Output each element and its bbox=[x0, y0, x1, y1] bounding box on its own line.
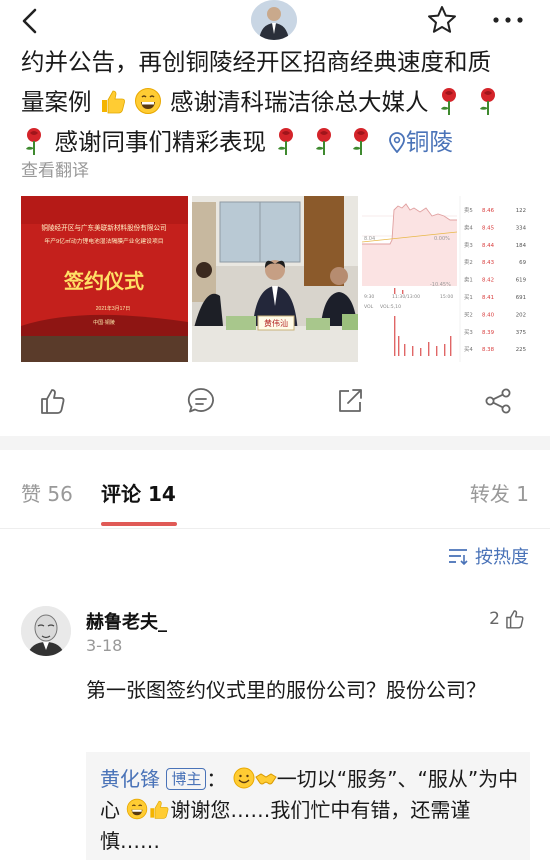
commenter-name[interactable]: 赫鲁老夫_ bbox=[86, 608, 167, 634]
stock-label-pct: 0.00% bbox=[434, 236, 450, 242]
order-level-label: 卖4 bbox=[464, 224, 473, 231]
reply-author[interactable]: 黄化锋 bbox=[100, 767, 160, 791]
order-level-volume: 69 bbox=[519, 260, 526, 266]
order-level-price: 8.43 bbox=[482, 260, 494, 266]
share-nodes-icon[interactable] bbox=[483, 386, 513, 416]
thumbs-up-emoji-icon bbox=[101, 90, 125, 114]
rose-emoji-icon bbox=[353, 128, 369, 155]
rose-emoji-icon bbox=[480, 88, 496, 115]
comment-like-count: 2 bbox=[489, 609, 500, 629]
thumbs-up-emoji-icon bbox=[150, 800, 169, 819]
post-line-1: 约并公告，再创铜陵经开区招商经典速度和质 bbox=[21, 48, 491, 76]
order-level-label: 买4 bbox=[464, 345, 473, 353]
active-tab-indicator bbox=[101, 522, 177, 526]
post-line-4: 感谢同事们精彩表现 bbox=[54, 128, 266, 156]
photo-grid: 铜陵经开区与广东美联新材料股份有限公司 年产9亿㎡动力锂电池湿法隔膜产业化建设项… bbox=[21, 196, 528, 362]
reply-preview[interactable]: 黄化锋 博主： 一切以“服务”、“服从”为中心 谢谢您……我们忙中有错，还需谨慎… bbox=[86, 752, 530, 860]
tab-likes[interactable]: 赞 56 bbox=[21, 478, 73, 507]
photo-meeting[interactable]: 黄伟汕 bbox=[192, 196, 358, 362]
author-avatar[interactable] bbox=[251, 0, 297, 40]
order-level-volume: 122 bbox=[516, 208, 526, 214]
thumbs-up-icon bbox=[506, 610, 524, 629]
translate-link[interactable]: 查看翻译 bbox=[21, 156, 89, 181]
photo2-nameplate: 黄伟汕 bbox=[264, 318, 288, 328]
stock-label-t1: 11:30/13:00 bbox=[392, 294, 420, 300]
stock-label-price: 8.04 bbox=[364, 236, 375, 242]
order-level-price: 8.45 bbox=[482, 225, 494, 231]
stock-label-vol510: VOL:5,10 bbox=[380, 304, 401, 310]
order-level-price: 8.42 bbox=[482, 278, 494, 284]
order-level-volume: 334 bbox=[516, 225, 527, 231]
order-level-price: 8.40 bbox=[482, 312, 495, 318]
comment-like-button[interactable]: 2 bbox=[489, 608, 526, 630]
location-label: 铜陵 bbox=[405, 128, 453, 156]
sort-label: 按热度 bbox=[475, 547, 529, 568]
order-level-price: 8.44 bbox=[482, 243, 495, 249]
interaction-tabs: 赞 56 评论 14 转发 1 bbox=[0, 450, 550, 529]
sort-lines-icon bbox=[449, 549, 468, 565]
order-level-volume: 225 bbox=[516, 347, 526, 353]
location-pin-icon bbox=[389, 132, 405, 153]
section-separator bbox=[0, 436, 550, 450]
photo1-place: 中国·铜陵 bbox=[93, 319, 115, 326]
photo1-date: 2021年3月17日 bbox=[96, 305, 130, 312]
comment-date: 3-18 bbox=[86, 636, 123, 655]
grin-emoji-icon bbox=[127, 798, 148, 820]
photo1-caption-line2: 年产9亿㎡动力锂电池湿法隔膜产业化建设项目 bbox=[44, 237, 163, 245]
top-bar bbox=[0, 0, 550, 44]
order-level-label: 卖1 bbox=[464, 277, 473, 284]
stock-label-low: -10.45% bbox=[430, 282, 451, 288]
order-level-volume: 375 bbox=[516, 330, 526, 336]
photo-signing-ceremony[interactable]: 铜陵经开区与广东美联新材料股份有限公司 年产9亿㎡动力锂电池湿法隔膜产业化建设项… bbox=[21, 196, 188, 362]
more-options-icon[interactable] bbox=[490, 8, 526, 32]
smile-emoji-icon bbox=[233, 767, 255, 789]
handshake-emoji-icon bbox=[255, 773, 277, 785]
post-body: 约并公告，再创铜陵经开区招商经典速度和质 量案例 感谢清科瑞洁徐总大媒人 感谢同… bbox=[21, 42, 541, 162]
order-level-price: 8.39 bbox=[482, 330, 495, 336]
order-level-label: 卖2 bbox=[464, 259, 473, 266]
back-arrow-icon[interactable] bbox=[16, 6, 46, 36]
photo-stock-chart[interactable]: 8.04 0.00% -10.45% 9:30 11:30/13:00 15:0… bbox=[362, 196, 528, 362]
tab-comments[interactable]: 评论 14 bbox=[101, 478, 176, 507]
author-badge: 博主 bbox=[166, 768, 207, 790]
sort-toggle[interactable]: 按热度 bbox=[447, 543, 529, 569]
post-line-2: 量案例 bbox=[21, 88, 92, 116]
order-level-label: 买1 bbox=[464, 293, 473, 301]
order-level-volume: 619 bbox=[516, 278, 527, 284]
order-level-label: 卖5 bbox=[464, 207, 473, 214]
order-level-label: 买2 bbox=[464, 310, 473, 318]
favorite-star-icon[interactable] bbox=[426, 4, 458, 36]
rose-emoji-icon bbox=[26, 128, 41, 155]
comment-bubble-icon[interactable] bbox=[186, 386, 216, 416]
comment-text: 第一张图签约仪式里的服份公司？股份公司？ bbox=[86, 678, 486, 702]
stock-label-t2: 15:00 bbox=[440, 294, 453, 300]
post-line-3: 感谢清科瑞洁徐总大媒人 bbox=[169, 88, 429, 116]
post-actions bbox=[0, 380, 550, 424]
order-level-volume: 691 bbox=[516, 295, 526, 301]
like-thumb-icon[interactable] bbox=[38, 386, 68, 416]
rose-emoji-icon bbox=[278, 128, 294, 155]
order-level-volume: 184 bbox=[516, 243, 527, 249]
photo1-caption-line1: 铜陵经开区与广东美联新材料股份有限公司 bbox=[41, 223, 166, 232]
reply-colon: ： bbox=[206, 767, 227, 791]
commenter-avatar[interactable] bbox=[21, 606, 71, 656]
order-level-label: 买3 bbox=[464, 328, 473, 336]
rose-emoji-icon bbox=[440, 88, 456, 115]
order-level-volume: 202 bbox=[516, 312, 526, 318]
grin-emoji-icon bbox=[135, 88, 162, 114]
photo1-title: 签约仪式 bbox=[63, 269, 144, 293]
order-level-price: 8.38 bbox=[482, 347, 495, 353]
order-level-price: 8.41 bbox=[482, 295, 494, 301]
share-out-icon[interactable] bbox=[335, 386, 365, 416]
order-level-label: 卖3 bbox=[464, 242, 473, 249]
tab-reposts[interactable]: 转发 1 bbox=[470, 478, 529, 507]
order-level-price: 8.46 bbox=[482, 208, 495, 214]
rose-emoji-icon bbox=[315, 128, 331, 155]
stock-label-vol: VOL bbox=[364, 304, 374, 310]
stock-label-t0: 9:30 bbox=[364, 294, 374, 300]
location-tag[interactable]: 铜陵 bbox=[382, 128, 453, 156]
